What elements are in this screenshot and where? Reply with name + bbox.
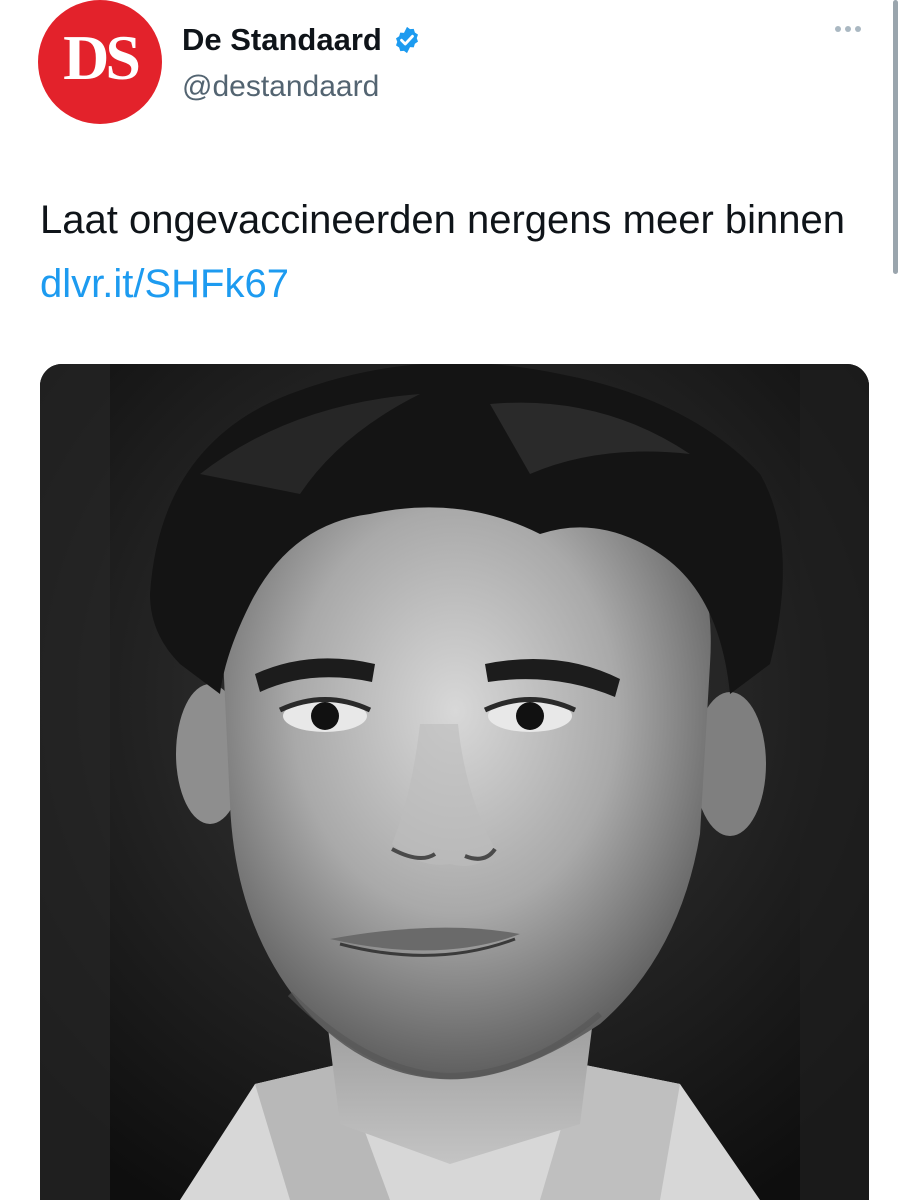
author-name-row: De Standaard <box>182 22 422 58</box>
tweet-text: Laat ongevaccineerden nergens meer binne… <box>40 188 860 316</box>
tweet-link[interactable]: dlvr.it/SHFk67 <box>40 262 289 306</box>
tweet-body: Laat ongevaccineerden nergens meer binne… <box>40 198 846 242</box>
avatar-logo-text: DS <box>63 22 141 93</box>
tweet-media-image[interactable] <box>40 364 869 1200</box>
portrait-photo <box>40 364 869 1200</box>
author-display-name[interactable]: De Standaard <box>182 22 382 58</box>
scrollbar[interactable] <box>893 0 898 274</box>
avatar[interactable]: DS <box>38 0 162 124</box>
more-dot <box>835 26 841 32</box>
more-options-icon[interactable] <box>835 26 861 32</box>
author-handle[interactable]: @destandaard <box>182 70 379 104</box>
more-dot <box>845 26 851 32</box>
tweet-card: DS De Standaard @destandaard Laat ongeva… <box>0 0 907 1200</box>
verified-badge-icon <box>395 26 418 54</box>
more-dot <box>855 26 861 32</box>
